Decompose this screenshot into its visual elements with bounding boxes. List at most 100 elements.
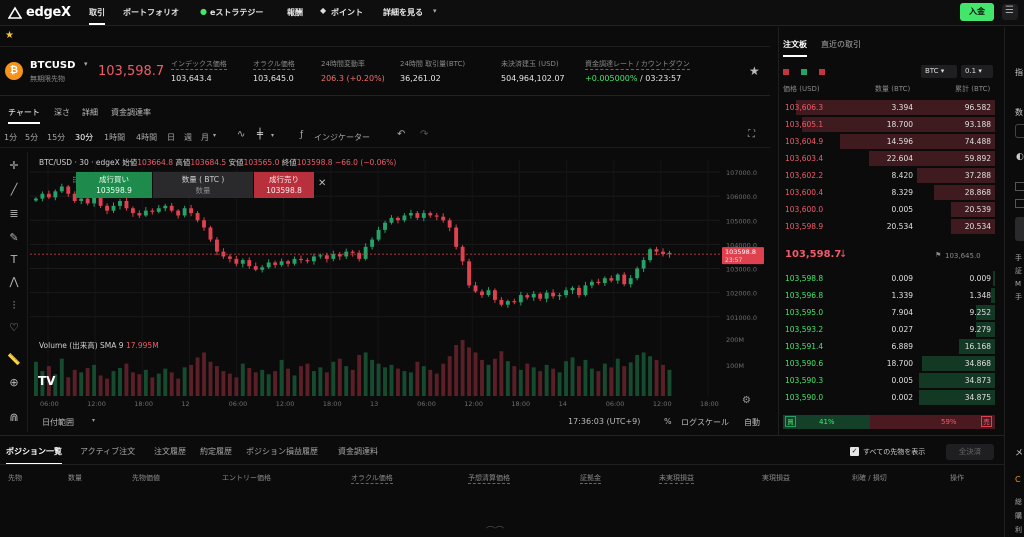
chevron-down-icon[interactable]: ▾ [271,132,274,139]
bid-row[interactable]: 103,591.4 6.889 16.168 [779,338,995,355]
tab-active-orders[interactable]: アクティブ注文 [80,446,135,457]
favorite-star-icon[interactable]: ★ [749,64,760,78]
fib-icon[interactable]: ≣ [6,206,22,222]
settings-button[interactable]: ☰ [1002,4,1018,20]
tab-funding-rate[interactable]: 資金調達率 [111,107,151,118]
interval-1d[interactable]: 日 [167,132,175,143]
nav-points[interactable]: ポイント [331,7,363,18]
bid-row[interactable]: 103,596.8 1.339 1.348 [779,287,995,304]
text-icon[interactable]: T [6,252,22,268]
row-size: 0.002 [891,393,913,402]
book-view-asks-icon[interactable] [819,69,825,75]
tab-recent-trades[interactable]: 直近の取引 [821,39,861,50]
tab-pnl-history[interactable]: ポジション損益履歴 [246,446,318,457]
measure-icon[interactable]: ⫶ [6,298,22,314]
ask-row[interactable]: 103,606.3 3.394 96.582 [779,99,995,116]
interval-15m[interactable]: 15分 [47,132,65,143]
tab-order-history[interactable]: 注文履歴 [154,446,186,457]
percent-toggle[interactable]: % [664,417,672,426]
heart-icon[interactable]: ♡ [6,320,22,336]
close-all-button[interactable]: 全決済 [946,444,994,460]
ask-row[interactable]: 103,602.2 8.420 37.288 [779,167,995,184]
indicator-button[interactable]: インジケーター [314,132,370,143]
bid-row[interactable]: 103,593.2 0.027 9.279 [779,321,995,338]
panel-checkbox[interactable] [1015,199,1024,208]
chart-settings-gear-icon[interactable]: ⚙ [742,395,751,406]
log-scale-toggle[interactable]: ログスケール [681,417,729,428]
tab-depth[interactable]: 深さ [54,107,70,118]
ask-row[interactable]: 103,603.4 22.604 59.892 [779,150,995,167]
market-symbol[interactable]: BTCUSD [30,60,75,71]
interval-1w[interactable]: 週 [184,132,192,143]
volume-bar [635,354,640,396]
slider-knob-icon[interactable]: ◐ [1016,152,1024,162]
zoom-icon[interactable]: ⊕ [6,375,22,391]
close-icon[interactable]: ✕ [318,178,326,189]
nav-strategy[interactable]: eストラテジー [210,7,263,18]
panel-checkbox[interactable] [1015,182,1024,191]
time-tick-label: 18:00 [323,400,342,408]
interval-1m[interactable]: 1分 [4,132,17,143]
interval-4h[interactable]: 4時間 [136,132,157,143]
ruler-icon[interactable]: 📏 [6,352,22,368]
interval-1mo[interactable]: 月 [201,132,209,143]
candlestick-icon[interactable]: ╪ [257,129,263,140]
ask-row[interactable]: 103,605.1 18.700 93.188 [779,116,995,133]
interval-1h[interactable]: 1時間 [104,132,125,143]
tab-orderbook[interactable]: 注文板 [783,39,807,57]
line-chart-icon[interactable]: ∿ [237,129,245,140]
nav-portfolio[interactable]: ポートフォリオ [123,7,179,18]
tab-funding-fees[interactable]: 資金調達料 [338,446,378,457]
undo-icon[interactable]: ↶ [397,129,405,140]
quantity-field[interactable]: 数量 ( BTC ) 数量 [153,172,253,198]
panel-input-edge[interactable] [1015,124,1024,138]
trend-line-icon[interactable]: ╱ [6,182,22,198]
chart-clock[interactable]: 17:36:03 (UTC+9) [568,417,640,426]
tab-chart[interactable]: チャート [8,107,40,124]
bid-row[interactable]: 103,590.0 0.002 34.875 [779,389,995,406]
ask-row[interactable]: 103,604.9 14.596 74.488 [779,133,995,150]
ask-row[interactable]: 103,598.9 20.534 20.534 [779,218,995,235]
crosshair-icon[interactable]: ✛ [6,158,22,174]
market-buy-button[interactable]: 成行買い 103598.9 [76,172,152,198]
deposit-button[interactable]: 入金 [960,3,994,21]
nav-trade[interactable]: 取引 [89,7,105,25]
show-all-checkbox[interactable]: ✓ [850,447,859,456]
show-all-label[interactable]: すべての先物を表示 [863,447,925,457]
stat-label-volume[interactable]: 24時間 取引量(BTC) [400,59,465,69]
row-total: 28.868 [964,188,991,197]
star-icon[interactable]: ★ [5,30,14,41]
ask-row[interactable]: 103,600.4 8.329 28.868 [779,184,995,201]
book-view-both-icon[interactable] [783,69,789,75]
asset-select[interactable]: BTC ▾ [921,65,957,78]
indicator-icon[interactable]: ƒ [300,130,303,140]
auto-scale-toggle[interactable]: 自動 [744,417,760,428]
date-range-button[interactable]: 日付範囲 [42,417,74,428]
tab-details[interactable]: 詳細 [82,107,98,118]
tab-positions[interactable]: ポジション一覧 [6,446,62,465]
bid-row[interactable]: 103,595.0 7.904 9.252 [779,304,995,321]
pattern-icon[interactable]: ⋀ [6,274,22,290]
tab-fill-history[interactable]: 約定履歴 [200,446,232,457]
brush-icon[interactable]: ✎ [6,230,22,246]
market-select-chevron-icon[interactable]: ▾ [84,60,88,68]
step-select[interactable]: 0.1 ▾ [961,65,993,78]
interval-30m[interactable]: 30分 [75,132,93,143]
bid-row[interactable]: 103,590.3 0.005 34.873 [779,372,995,389]
chevron-down-icon: ▾ [940,67,945,75]
market-sell-button[interactable]: 成行売り 103598.8 [254,172,314,198]
fullscreen-icon[interactable]: ⛶ [748,129,755,140]
panel-submit-edge[interactable] [1015,217,1024,241]
interval-5m[interactable]: 5分 [25,132,38,143]
book-view-bids-icon[interactable] [801,69,807,75]
chevron-down-icon[interactable]: ▾ [213,132,216,139]
redo-icon[interactable]: ↷ [420,129,428,140]
bid-row[interactable]: 103,590.6 18.700 34.868 [779,355,995,372]
chevron-down-icon[interactable]: ▾ [92,417,95,424]
ask-row[interactable]: 103,600.0 0.005 20.539 [779,201,995,218]
bid-row[interactable]: 103,598.8 0.009 0.009 [779,270,995,287]
nav-more[interactable]: 詳細を見る [383,7,423,18]
logo[interactable]: edgeX [8,5,71,20]
nav-rewards[interactable]: 報酬 [287,7,303,18]
magnet-icon[interactable]: ⋒ [6,410,22,426]
